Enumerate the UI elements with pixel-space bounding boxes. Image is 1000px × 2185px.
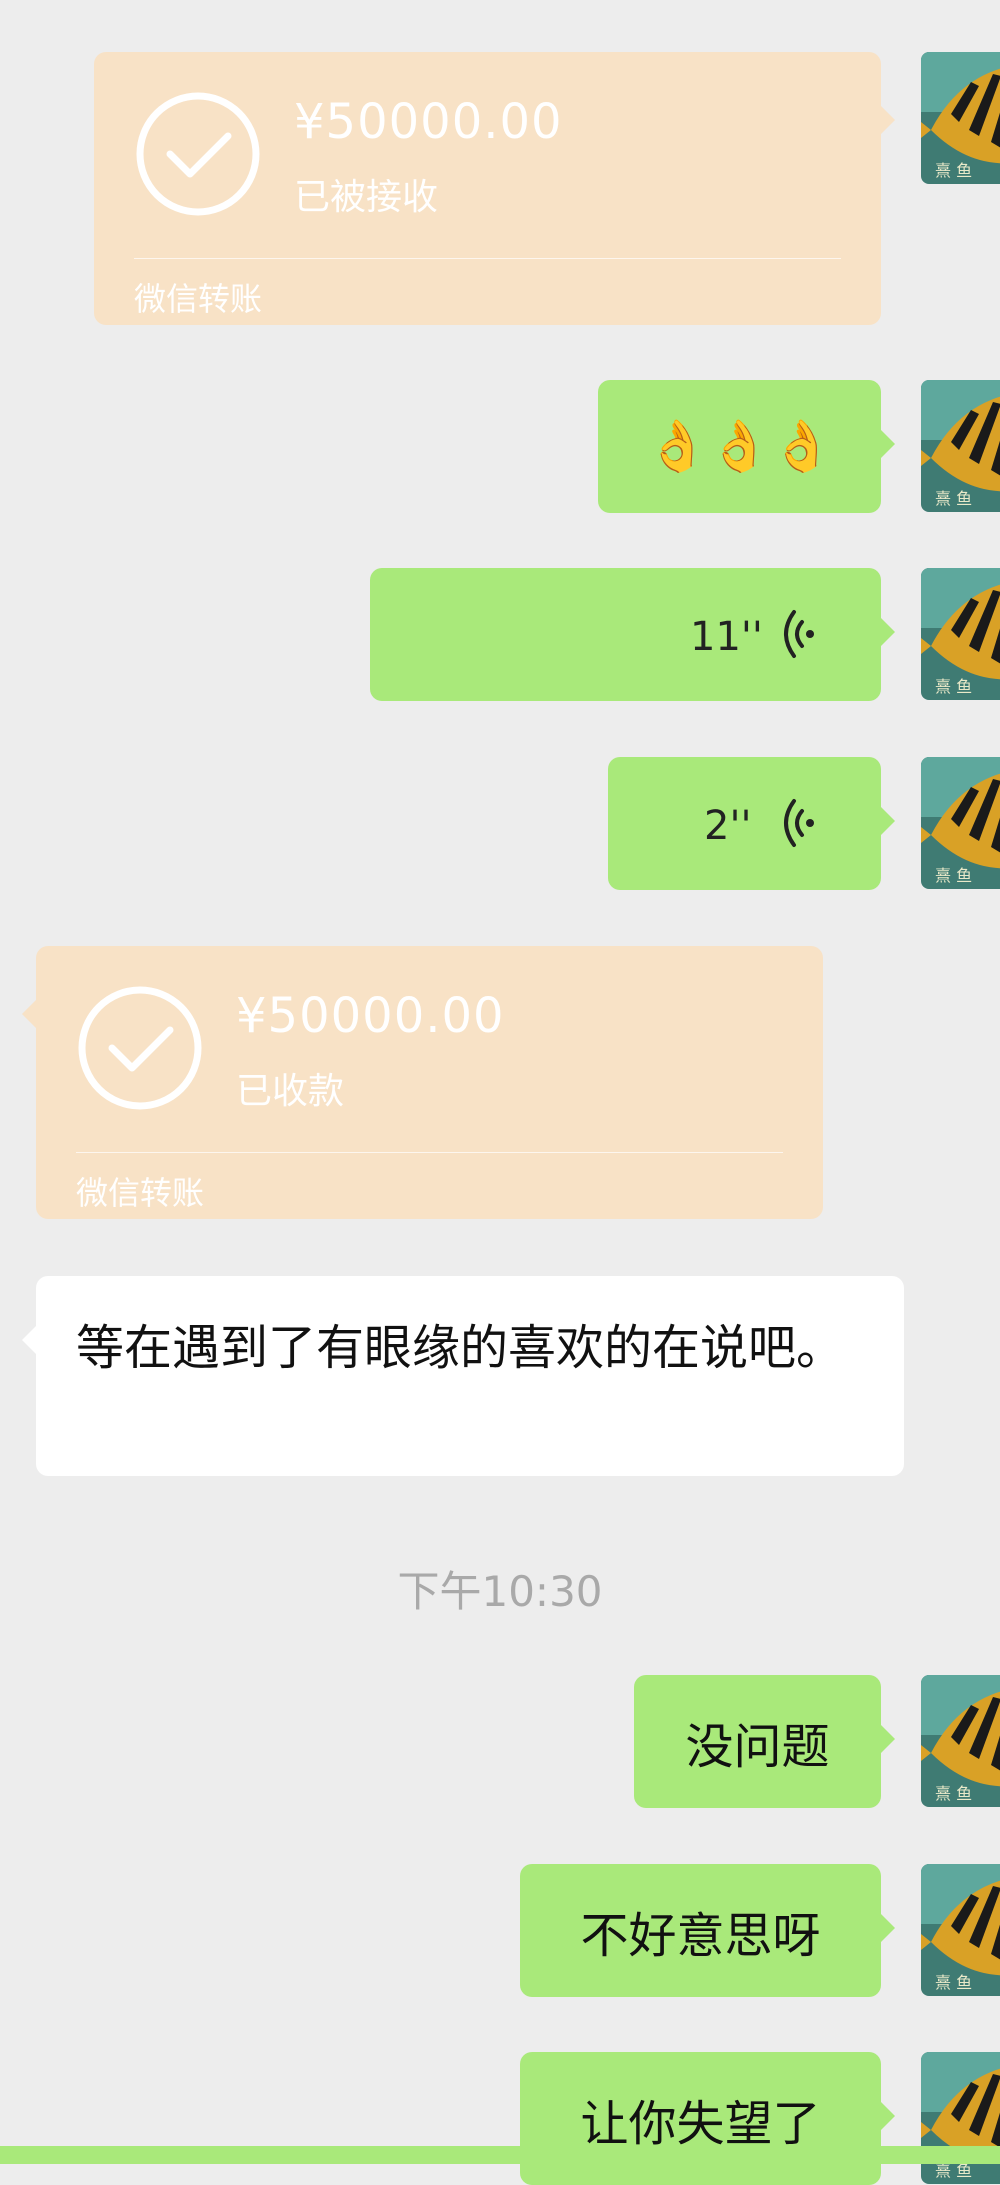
voice-duration: 2'': [704, 803, 752, 849]
message-text: 等在遇到了有眼缘的喜欢的在说吧。: [76, 1320, 845, 1376]
avatar[interactable]: [921, 568, 1000, 700]
bubble-tail: [881, 618, 895, 646]
avatar[interactable]: [921, 1864, 1000, 1996]
tiger-fish-avatar-icon: [921, 1675, 1000, 1807]
message-bubble-sent[interactable]: 不好意思呀: [520, 1864, 895, 1997]
tiger-fish-avatar-icon: [921, 757, 1000, 889]
message-bubble-emoji[interactable]: 👌👌👌: [598, 380, 895, 513]
bubble-tail: [881, 430, 895, 458]
bubble-tail: [881, 807, 895, 835]
divider: [76, 1152, 783, 1153]
bubble-tail: [22, 1326, 36, 1354]
transfer-status: 已被接收: [294, 177, 439, 218]
check-circle-icon: [78, 986, 202, 1110]
avatar[interactable]: [921, 2052, 1000, 2184]
transfer-amount: ¥50000.00: [294, 94, 563, 150]
message-text: 让你失望了: [580, 2095, 821, 2152]
bubble-tail: [881, 1914, 895, 1942]
transfer-status: 已收款: [236, 1071, 345, 1112]
emoji-text: 👌👌👌: [646, 417, 833, 475]
avatar[interactable]: [921, 1675, 1000, 1807]
voice-message-bubble[interactable]: 2'': [608, 757, 895, 890]
bottom-bar: [0, 2146, 1000, 2164]
bubble-tail: [881, 1725, 895, 1753]
voice-wave-icon: [784, 799, 814, 847]
tiger-fish-avatar-icon: [921, 1864, 1000, 1996]
avatar[interactable]: [921, 52, 1000, 184]
message-bubble-sent[interactable]: 没问题: [634, 1675, 895, 1808]
tiger-fish-avatar-icon: [921, 2052, 1000, 2184]
transfer-amount: ¥50000.00: [236, 988, 505, 1044]
message-text: 不好意思呀: [580, 1907, 821, 1964]
avatar[interactable]: [921, 380, 1000, 512]
check-circle-icon: [136, 92, 260, 216]
transfer-card-received[interactable]: ¥50000.00 已收款 微信转账: [22, 946, 823, 1219]
timestamp: 下午10:30: [397, 1567, 603, 1616]
voice-duration: 11'': [690, 614, 763, 660]
message-bubble-sent[interactable]: 让你失望了: [520, 2052, 895, 2185]
message-bubble-received[interactable]: 等在遇到了有眼缘的喜欢的在说吧。: [22, 1276, 904, 1476]
tiger-fish-avatar-icon: [921, 568, 1000, 700]
voice-message-bubble[interactable]: 11'': [370, 568, 895, 701]
tiger-fish-avatar-icon: [921, 380, 1000, 512]
bubble-tail: [22, 1000, 36, 1028]
message-text: 没问题: [685, 1718, 830, 1775]
transfer-footer: 微信转账: [76, 1174, 205, 1212]
transfer-footer: 微信转账: [134, 280, 263, 318]
bubble-tail: [881, 106, 895, 134]
tiger-fish-avatar-icon: [921, 52, 1000, 184]
transfer-card-sent[interactable]: ¥50000.00 已被接收 微信转账: [94, 52, 895, 325]
voice-wave-icon: [784, 610, 814, 658]
divider: [134, 258, 841, 259]
avatar[interactable]: [921, 757, 1000, 889]
bubble-tail: [881, 2102, 895, 2130]
